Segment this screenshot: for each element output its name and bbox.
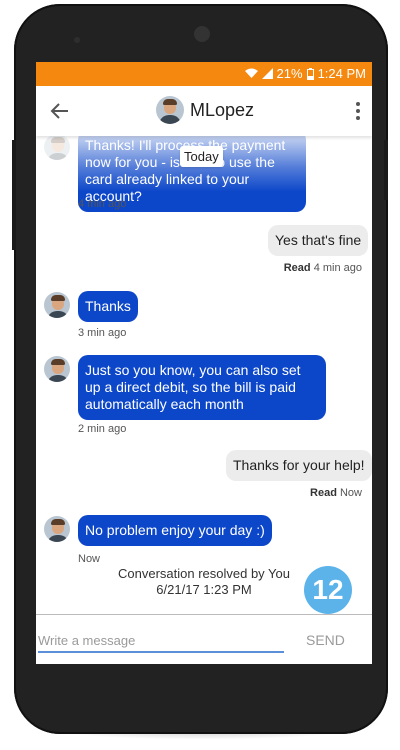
contact-avatar [156, 96, 184, 124]
signal-icon [261, 68, 273, 79]
message-input[interactable] [38, 629, 284, 653]
message-read-receipt: Read Now [310, 487, 362, 499]
read-label: Read [283, 262, 311, 274]
battery-percent: 21% [276, 66, 303, 81]
arrow-left-icon [50, 103, 68, 119]
app-bar: MLopez [36, 86, 372, 136]
wifi-icon [244, 68, 258, 78]
message-timestamp: Now [339, 487, 362, 499]
status-bar: 21% 1:24 PM [36, 62, 372, 86]
message-bubble-outgoing: Thanks for your help! [226, 450, 372, 481]
message-avatar [44, 134, 70, 160]
message-read-receipt: Read 4 min ago [284, 262, 362, 274]
battery-icon [306, 67, 314, 80]
front-camera [194, 26, 210, 42]
message-timestamp: 4 min ago [78, 198, 127, 210]
send-button[interactable]: SEND [306, 632, 345, 648]
sensor-dot [74, 37, 80, 43]
message-bubble-incoming: Thanks [78, 291, 138, 322]
message-avatar [44, 292, 70, 318]
read-label: Read [310, 487, 337, 499]
status-time: 1:24 PM [317, 66, 366, 81]
message-timestamp: 4 min ago [313, 262, 362, 274]
power-button [384, 140, 388, 200]
message-bubble-incoming: Just so you know, you can also set up a … [78, 355, 326, 420]
more-vertical-icon[interactable] [354, 100, 362, 122]
back-button[interactable] [48, 99, 72, 123]
message-bubble-outgoing: Yes that's fine [268, 225, 369, 256]
contact-name: MLopez [190, 99, 255, 120]
message-list[interactable]: Thanks! I'll process the payment now for… [36, 130, 372, 612]
message-timestamp: 3 min ago [78, 327, 127, 339]
message-avatar [44, 516, 70, 542]
message-timestamp: Now [78, 553, 101, 565]
composer-divider [36, 614, 372, 615]
message-avatar [44, 356, 70, 382]
step-number-badge: 12 [304, 566, 352, 614]
date-divider-today: Today [180, 146, 223, 167]
message-timestamp: 2 min ago [78, 423, 127, 435]
volume-button [12, 140, 16, 250]
message-bubble-incoming: No problem enjoy your day :) [78, 515, 272, 546]
phone-screen: 21% 1:24 PM MLopez Thanks! I'll process … [36, 62, 372, 664]
contact-header[interactable]: MLopez [156, 96, 254, 124]
